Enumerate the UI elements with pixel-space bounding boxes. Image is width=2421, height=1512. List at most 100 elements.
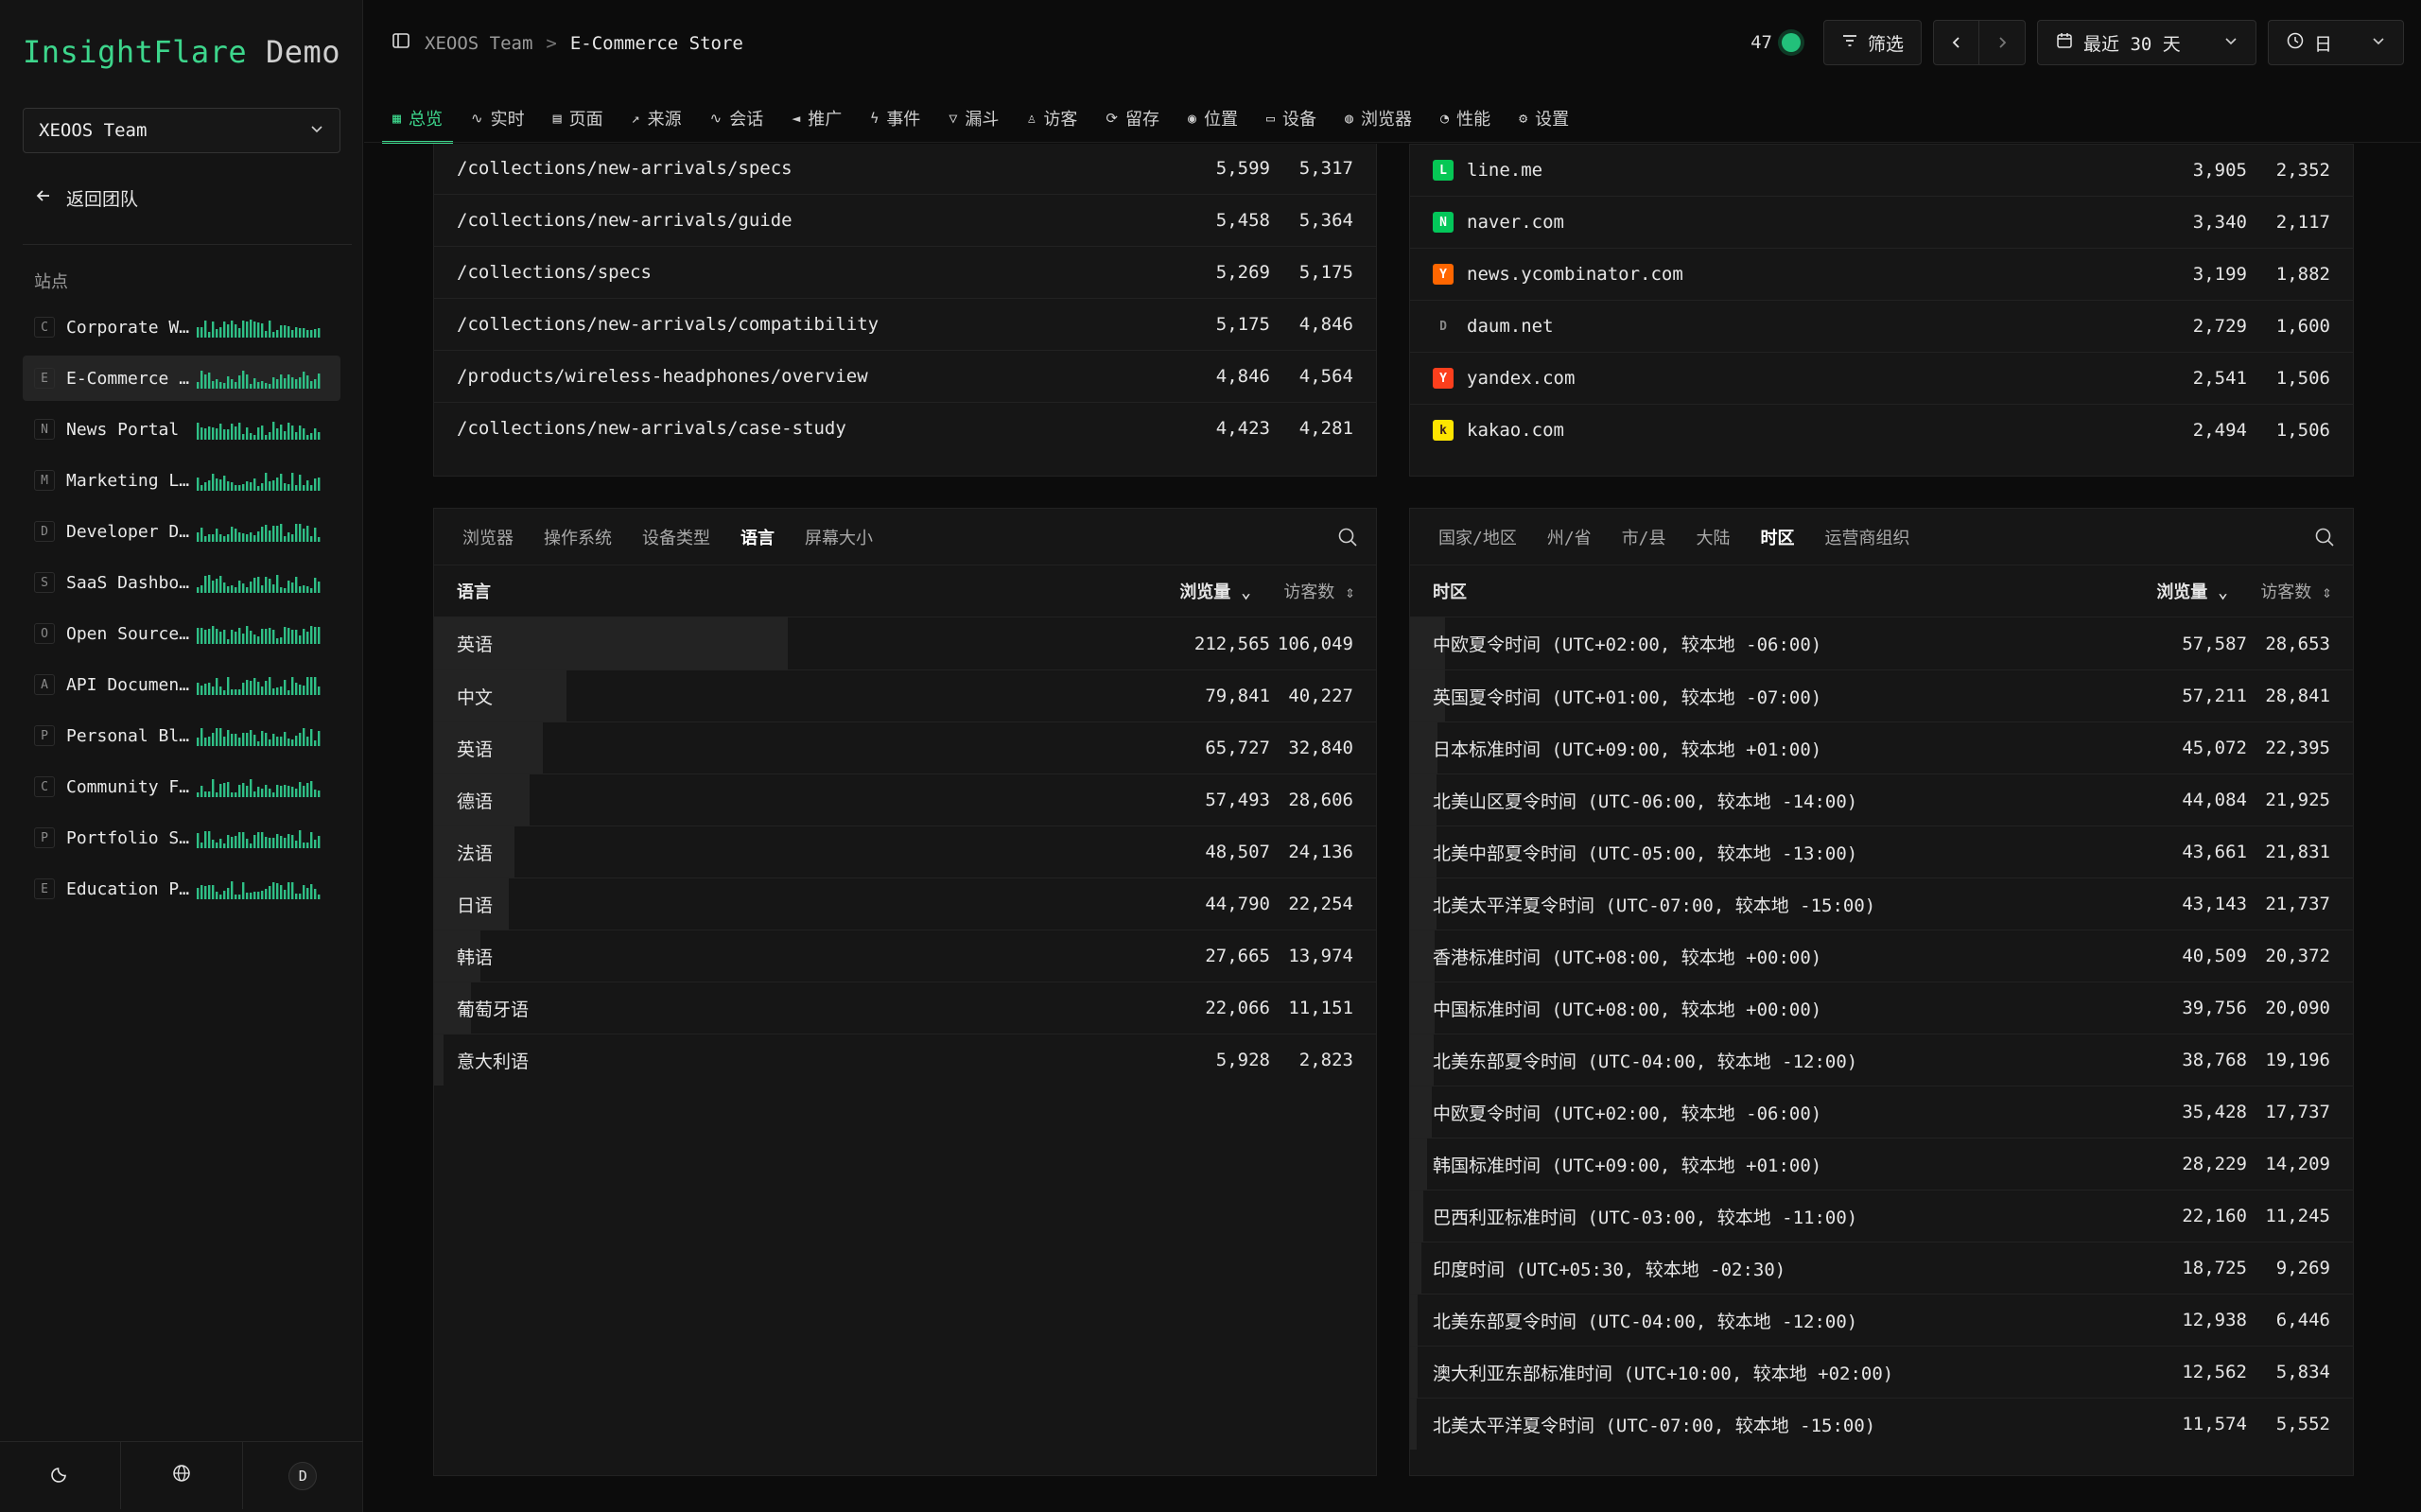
user-menu-button[interactable]: D [243, 1442, 363, 1509]
panel-tab[interactable]: 国家/地区 [1423, 525, 1532, 549]
table-row[interactable]: 印度时间 (UTC+05:30, 较本地 -02:30) 18,725 9,269 [1410, 1242, 2353, 1294]
panel-tab[interactable]: 屏幕大小 [790, 525, 888, 549]
table-row[interactable]: 北美山区夏令时间 (UTC-06:00, 较本地 -14:00) 44,084 21… [1410, 773, 2353, 826]
brand-logo[interactable]: InsightFlare Demo [23, 34, 340, 70]
site-item[interactable]: P Personal Bl… [23, 713, 340, 758]
site-item[interactable]: A API Documen… [23, 662, 340, 707]
site-item[interactable]: C Corporate W… [23, 304, 340, 350]
sidebar-toggle-icon[interactable] [391, 30, 411, 56]
table-row[interactable]: 北美中部夏令时间 (UTC-05:00, 较本地 -13:00) 43,661 21… [1410, 826, 2353, 878]
column-header-visitors[interactable]: 访客数 ⇕ [1261, 579, 1376, 603]
table-row[interactable]: /collections/new-arrivals/compatibility 5… [434, 298, 1376, 350]
panel-tab[interactable]: 大陆 [1681, 525, 1746, 549]
table-row[interactable]: /collections/specs 5,269 5,175 [434, 246, 1376, 298]
column-header-visitors[interactable]: 访客数 ⇕ [2238, 579, 2353, 603]
table-row[interactable]: 法语 48,507 24,136 [434, 826, 1376, 878]
tab-sessions[interactable]: ∿ 会话 [696, 93, 778, 144]
site-item[interactable]: C Community F… [23, 764, 340, 809]
tab-location[interactable]: ◉ 位置 [1174, 93, 1252, 144]
panel-tab[interactable]: 浏览器 [447, 525, 529, 549]
site-item[interactable]: O Open Source… [23, 611, 340, 656]
table-row[interactable]: 日语 44,790 22,254 [434, 878, 1376, 930]
panel-tab[interactable]: 操作系统 [529, 525, 627, 549]
tab-funnels[interactable]: ▽ 漏斗 [934, 93, 1013, 144]
granularity-value: 日 [2314, 33, 2333, 55]
table-row[interactable]: Nnaver.com 3,340 2,117 [1410, 196, 2353, 248]
site-item[interactable]: M Marketing L… [23, 458, 340, 503]
table-row[interactable]: Ddaum.net 2,729 1,600 [1410, 300, 2353, 352]
filter-button[interactable]: 筛选 [1822, 20, 1922, 65]
panel-tab[interactable]: 市/县 [1607, 525, 1681, 549]
tab-performance[interactable]: ◔ 性能 [1426, 93, 1505, 144]
table-row[interactable]: k kakao.com 2,494 1,506 [1410, 404, 2353, 456]
table-row[interactable]: Ynews.ycombinator.com 3,199 1,882 [1410, 248, 2353, 300]
table-row[interactable]: /products/wireless-headphones/overview 4,… [434, 350, 1376, 402]
table-row[interactable]: 澳大利亚东部标准时间 (UTC+10:00, 较本地 +02:00) 12,562… [1410, 1346, 2353, 1398]
search-icon[interactable] [1336, 526, 1359, 553]
table-row[interactable]: 德语 57,493 28,606 [434, 773, 1376, 826]
theme-toggle-button[interactable] [0, 1442, 122, 1509]
tab-devices[interactable]: ▭ 设备 [1252, 93, 1331, 144]
panel-tab[interactable]: 语言 [725, 525, 790, 549]
panel-tab[interactable]: 时区 [1746, 525, 1810, 549]
table-row[interactable]: 北美太平洋夏令时间 (UTC-07:00, 较本地 -15:00) 43,143 2… [1410, 878, 2353, 930]
table-row[interactable]: 英语 212,565 106,049 [434, 617, 1376, 669]
search-icon[interactable] [2313, 526, 2336, 553]
tab-overview[interactable]: ▦ 总览 [378, 93, 457, 144]
table-row[interactable]: 北美东部夏令时间 (UTC-04:00, 较本地 -12:00) 38,768 19… [1410, 1034, 2353, 1086]
table-row[interactable]: 中文 79,841 40,227 [434, 669, 1376, 721]
tab-sources[interactable]: ↗ 来源 [618, 93, 696, 144]
breadcrumb-team[interactable]: XEOOS Team [425, 33, 532, 54]
tab-retention[interactable]: ⟳ 留存 [1091, 93, 1174, 144]
table-row[interactable]: 韩国标准时间 (UTC+09:00, 较本地 +01:00) 28,229 14,2… [1410, 1138, 2353, 1190]
tab-browsers[interactable]: ◍ 浏览器 [1331, 93, 1426, 144]
table-row[interactable]: 北美太平洋夏令时间 (UTC-07:00, 较本地 -15:00) 11,574 5… [1410, 1398, 2353, 1450]
table-row[interactable]: 北美东部夏令时间 (UTC-04:00, 较本地 -12:00) 12,938 6,… [1410, 1294, 2353, 1346]
back-to-team-link[interactable]: 返回团队 [34, 185, 138, 211]
date-range-select[interactable]: 最近 30 天 [2037, 20, 2256, 65]
panel-tab[interactable]: 州/省 [1532, 525, 1607, 549]
tab-pages[interactable]: ▤ 页面 [539, 93, 618, 144]
tab-campaigns[interactable]: ◄ 推广 [777, 93, 856, 144]
table-row[interactable]: 韩语 27,665 13,974 [434, 930, 1376, 982]
favicon-icon: Y [1433, 264, 1454, 285]
table-row[interactable]: /collections/new-arrivals/case-study 4,42… [434, 402, 1376, 454]
prev-period-button[interactable] [1934, 21, 1979, 64]
table-row[interactable]: 英语 65,727 32,840 [434, 721, 1376, 773]
table-row[interactable]: 葡萄牙语 22,066 11,151 [434, 982, 1376, 1034]
table-row[interactable]: 英国夏令时间 (UTC+01:00, 较本地 -07:00) 57,211 28,8… [1410, 669, 2353, 721]
table-row[interactable]: /collections/new-arrivals/specs 5,599 5,31… [434, 142, 1376, 194]
table-row[interactable]: 中欧夏令时间 (UTC+02:00, 较本地 -06:00) 35,428 17,7… [1410, 1086, 2353, 1138]
table-row[interactable]: 中国标准时间 (UTC+08:00, 较本地 +00:00) 39,756 20,0… [1410, 982, 2353, 1034]
panel-tab[interactable]: 运营商组织 [1810, 525, 1925, 549]
language-button[interactable] [121, 1442, 243, 1509]
tab-events[interactable]: ϟ 事件 [856, 93, 934, 144]
table-row[interactable]: Lline.me 3,905 2,352 [1410, 144, 2353, 196]
table-row[interactable]: 巴西利亚标准时间 (UTC-03:00, 较本地 -11:00) 22,160 11… [1410, 1190, 2353, 1242]
site-item[interactable]: S SaaS Dashbo… [23, 560, 340, 605]
tab-settings[interactable]: ⚙ 设置 [1505, 93, 1583, 144]
site-item[interactable]: N News Portal [23, 407, 340, 452]
table-row[interactable]: 意大利语 5,928 2,823 [434, 1034, 1376, 1086]
site-item[interactable]: P Portfolio S… [23, 815, 340, 860]
table-row[interactable]: 日本标准时间 (UTC+09:00, 较本地 +01:00) 45,072 22,3… [1410, 721, 2353, 773]
tab-visitors[interactable]: ♙ 访客 [1013, 93, 1091, 144]
next-period-button[interactable] [1979, 21, 2025, 64]
table-row[interactable]: /collections/new-arrivals/guide 5,458 5,36… [434, 194, 1376, 246]
site-item[interactable]: E E-Commerce … [23, 356, 340, 401]
column-header-views[interactable]: 浏览量 ⌄ [2115, 579, 2238, 603]
breadcrumb-site[interactable]: E-Commerce Store [570, 33, 743, 54]
table-row[interactable]: Yyandex.com 2,541 1,506 [1410, 352, 2353, 404]
page-views: 5,458 [1215, 210, 1270, 231]
site-item[interactable]: E Education P… [23, 866, 340, 912]
site-item[interactable]: D Developer D… [23, 509, 340, 554]
team-selector[interactable]: XEOOS Team [23, 108, 340, 153]
table-row[interactable]: 香港标准时间 (UTC+08:00, 较本地 +00:00) 40,509 20,3… [1410, 930, 2353, 982]
devices-icon: ▭ [1265, 110, 1276, 127]
panel-tab[interactable]: 设备类型 [627, 525, 725, 549]
table-row[interactable]: 中欧夏令时间 (UTC+02:00, 较本地 -06:00) 57,587 28,6… [1410, 617, 2353, 669]
tab-realtime[interactable]: ∿ 实时 [457, 93, 539, 144]
granularity-select[interactable]: 日 [2268, 20, 2404, 65]
timezone-visitors: 5,834 [2275, 1362, 2330, 1382]
column-header-views[interactable]: 浏览量 ⌄ [1138, 579, 1261, 603]
